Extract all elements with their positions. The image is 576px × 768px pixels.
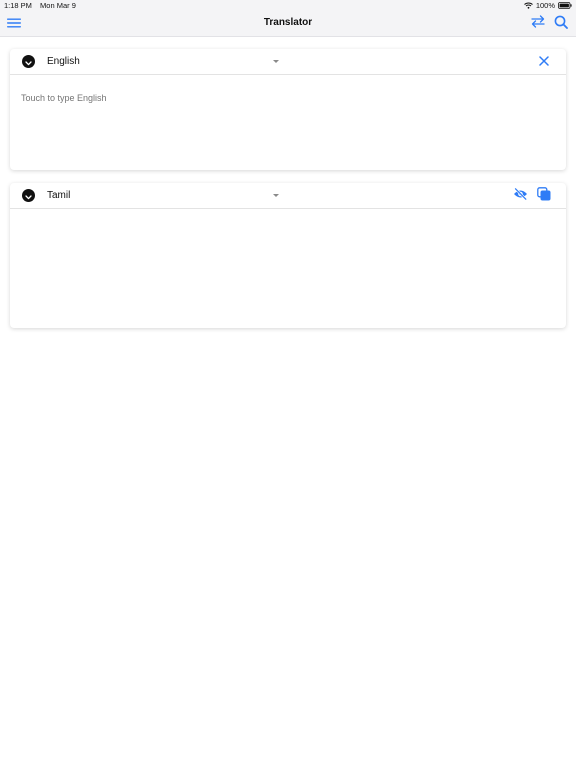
target-card: Tamil [10, 183, 566, 328]
eye-slash-icon [513, 187, 528, 205]
copy-button[interactable] [536, 186, 552, 206]
source-language-dropdown-icon[interactable] [273, 60, 279, 63]
source-language-label[interactable]: English [47, 56, 80, 67]
status-time: 1:18 PM [4, 1, 32, 10]
search-button[interactable] [553, 15, 569, 34]
clear-button[interactable] [536, 54, 552, 70]
chevron-down-icon [25, 187, 32, 205]
target-language-toggle[interactable] [22, 189, 35, 202]
source-text-input[interactable] [21, 93, 541, 103]
source-card-header: English [10, 49, 566, 75]
close-icon [539, 53, 549, 71]
page-title: Translator [263, 17, 313, 28]
target-language-label[interactable]: Tamil [47, 190, 70, 201]
hide-translation-button[interactable] [512, 187, 528, 205]
source-card: English [10, 49, 566, 170]
swap-arrows-icon [531, 15, 545, 33]
battery-percent: 100% [535, 1, 555, 10]
target-card-header: Tamil [10, 183, 566, 209]
status-left: 1:18 PM Mon Mar 9 [4, 1, 76, 10]
swap-languages-button[interactable] [530, 15, 546, 33]
status-date: Mon Mar 9 [40, 1, 76, 10]
status-right: 100% [523, 1, 572, 10]
search-icon [554, 15, 568, 34]
battery-icon [558, 2, 572, 9]
status-bar: 1:18 PM Mon Mar 9 100% [0, 0, 576, 12]
target-language-dropdown-icon[interactable] [273, 194, 279, 197]
nav-bar: Translator [0, 12, 576, 37]
chevron-down-icon [25, 53, 32, 71]
wifi-icon [523, 2, 533, 9]
source-language-toggle[interactable] [22, 55, 35, 68]
translation-output [21, 219, 551, 319]
copy-icon [537, 186, 551, 206]
